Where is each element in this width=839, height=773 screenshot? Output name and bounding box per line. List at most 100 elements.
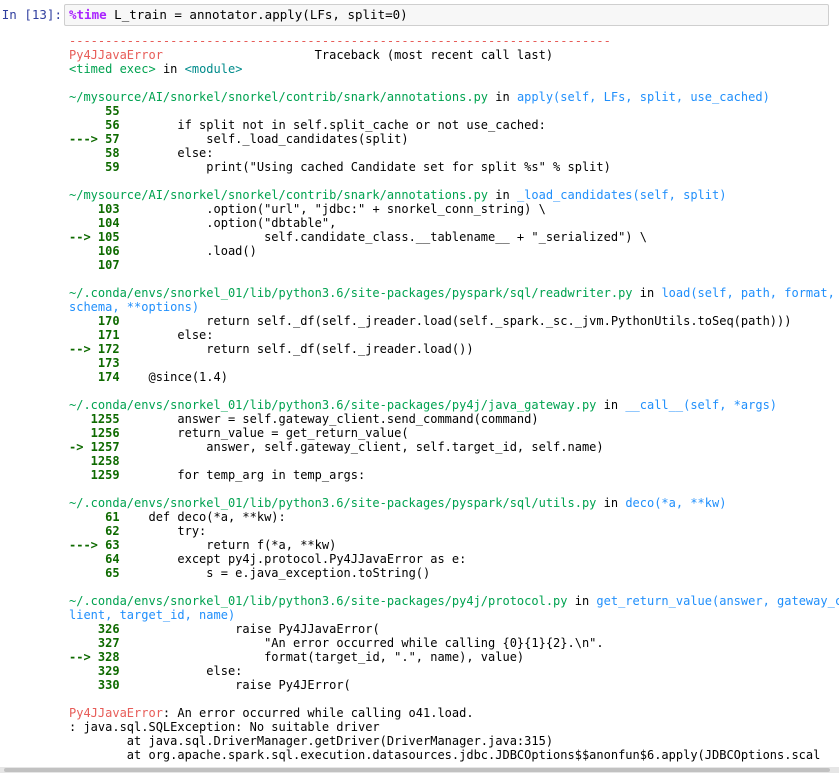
line-number: 64 bbox=[69, 552, 120, 566]
line-number: -> 1257 bbox=[69, 440, 120, 454]
frame-in-word: in bbox=[596, 496, 626, 510]
source-line: 61 def deco(*a, **kw): bbox=[69, 510, 839, 524]
source-line: 65 s = e.java_exception.toString() bbox=[69, 566, 839, 580]
frame-file-path: ~/.conda/envs/snorkel_01/lib/python3.6/s… bbox=[69, 594, 568, 608]
timed-exec-line: <timed exec> in <module> bbox=[69, 62, 839, 76]
source-line: 58 else: bbox=[69, 146, 839, 160]
traceback-header: Py4JJavaError Traceback (most recent cal… bbox=[69, 48, 839, 62]
line-number: 59 bbox=[69, 160, 120, 174]
source-line: 104 .option("dbtable", bbox=[69, 216, 839, 230]
source-line: 170 return self._df(self._jreader.load(s… bbox=[69, 314, 839, 328]
frame-file-path: ~/mysource/AI/snorkel/snorkel/contrib/sn… bbox=[69, 90, 489, 104]
frame-function: apply(self, LFs, split, use_cached) bbox=[516, 90, 770, 104]
line-number: ---> 57 bbox=[69, 132, 120, 146]
frame-header-line: lient, target_id, name) bbox=[69, 608, 839, 622]
source-code: return f(*a, **kw) bbox=[119, 538, 337, 552]
frame-file-path: ~/.conda/envs/snorkel_01/lib/python3.6/s… bbox=[69, 286, 633, 300]
source-code: if split not in self.split_cache or not … bbox=[119, 118, 546, 132]
frame-header: ~/mysource/AI/snorkel/snorkel/contrib/sn… bbox=[69, 188, 839, 202]
in-word: in bbox=[162, 62, 178, 76]
source-code: except py4j.protocol.Py4JJavaError as e: bbox=[119, 552, 467, 566]
source-code: "An error occurred while calling {0}{1}{… bbox=[119, 636, 604, 650]
source-code: print("Using cached Candidate set for sp… bbox=[119, 160, 611, 174]
source-line: --> 105 self.candidate_class.__tablename… bbox=[69, 230, 839, 244]
line-number: 62 bbox=[69, 524, 120, 538]
line-number: --> 172 bbox=[69, 342, 120, 356]
frame-in-word: in bbox=[596, 398, 626, 412]
frame-function: load(self, path, format, bbox=[661, 286, 839, 300]
traceback-output: ----------------------------------------… bbox=[69, 34, 839, 773]
frame-in-word: in bbox=[567, 594, 597, 608]
frame-header: ~/.conda/envs/snorkel_01/lib/python3.6/s… bbox=[69, 286, 839, 314]
final-error-name: Py4JJavaError bbox=[69, 706, 163, 720]
source-code: answer = self.gateway_client.send_comman… bbox=[119, 412, 539, 426]
line-number: 326 bbox=[69, 622, 120, 636]
java-stacktrace: : java.sql.SQLException: No suitable dri… bbox=[69, 720, 839, 762]
frame-header-line: ~/mysource/AI/snorkel/snorkel/contrib/sn… bbox=[69, 90, 839, 104]
source-line: 1255 answer = self.gateway_client.send_c… bbox=[69, 412, 839, 426]
source-line: 64 except py4j.protocol.Py4JJavaError as… bbox=[69, 552, 839, 566]
line-number: 327 bbox=[69, 636, 120, 650]
source-code: def deco(*a, **kw): bbox=[119, 510, 286, 524]
horizontal-scrollbar[interactable] bbox=[0, 767, 839, 773]
frame-header: ~/.conda/envs/snorkel_01/lib/python3.6/s… bbox=[69, 496, 839, 510]
source-line: 173 bbox=[69, 356, 839, 370]
frame-header-line: ~/mysource/AI/snorkel/snorkel/contrib/sn… bbox=[69, 188, 839, 202]
final-error-message: : An error occurred while calling o41.lo… bbox=[162, 706, 474, 720]
line-number: 171 bbox=[69, 328, 120, 342]
line-number: 170 bbox=[69, 314, 120, 328]
source-line: 1259 for temp_arg in temp_args: bbox=[69, 468, 839, 482]
source-code: .option("dbtable", bbox=[119, 216, 337, 230]
line-number: 104 bbox=[69, 216, 120, 230]
frame-function: lient, target_id, name) bbox=[69, 608, 236, 622]
frame-header-line: ~/.conda/envs/snorkel_01/lib/python3.6/s… bbox=[69, 496, 839, 510]
code-cell-input[interactable]: %time L_train = annotator.apply(LFs, spl… bbox=[64, 4, 829, 26]
frame-function: _load_candidates(self, split) bbox=[516, 188, 727, 202]
source-line: 56 if split not in self.split_cache or n… bbox=[69, 118, 839, 132]
line-number: 65 bbox=[69, 566, 120, 580]
line-number: --> 105 bbox=[69, 230, 120, 244]
cell-prompt: In [13]: bbox=[1, 7, 62, 22]
scrollbar-thumb[interactable] bbox=[4, 768, 830, 772]
source-code: try: bbox=[119, 524, 207, 538]
error-name: Py4JJavaError bbox=[69, 48, 163, 62]
frame-function: deco(*a, **kw) bbox=[625, 496, 727, 510]
frame-header: ~/.conda/envs/snorkel_01/lib/python3.6/s… bbox=[69, 594, 839, 622]
source-code: else: bbox=[119, 664, 243, 678]
module-name: <module> bbox=[184, 62, 243, 76]
line-number: 58 bbox=[69, 146, 120, 160]
line-number: 1258 bbox=[69, 454, 120, 468]
source-line: 174 @since(1.4) bbox=[69, 370, 839, 384]
frame-in-word: in bbox=[632, 286, 662, 300]
frame-function: __call__(self, *args) bbox=[625, 398, 778, 412]
source-line: 59 print("Using cached Candidate set for… bbox=[69, 160, 839, 174]
line-number: 55 bbox=[69, 104, 120, 118]
final-error: Py4JJavaError: An error occurred while c… bbox=[69, 706, 839, 720]
java-trace-line: at java.sql.DriverManager.getDriver(Driv… bbox=[69, 734, 554, 748]
frame-in-word: in bbox=[488, 188, 517, 202]
frame-header: ~/.conda/envs/snorkel_01/lib/python3.6/s… bbox=[69, 398, 839, 412]
java-trace-line: at org.apache.spark.sql.execution.dataso… bbox=[69, 748, 821, 762]
source-line: ---> 57 self._load_candidates(split) bbox=[69, 132, 839, 146]
traceback-frames: ~/mysource/AI/snorkel/snorkel/contrib/sn… bbox=[69, 90, 839, 706]
line-number: 173 bbox=[69, 356, 120, 370]
line-number: 329 bbox=[69, 664, 120, 678]
source-line: 171 else: bbox=[69, 328, 839, 342]
source-code: format(target_id, ".", name), value) bbox=[119, 650, 525, 664]
source-line: 55 bbox=[69, 104, 839, 118]
frame-header-line: ~/.conda/envs/snorkel_01/lib/python3.6/s… bbox=[69, 398, 839, 412]
line-number: 174 bbox=[69, 370, 120, 384]
source-line: --> 328 format(target_id, ".", name), va… bbox=[69, 650, 839, 664]
source-line: 329 else: bbox=[69, 664, 839, 678]
line-number: 61 bbox=[69, 510, 120, 524]
frame-header-line: ~/.conda/envs/snorkel_01/lib/python3.6/s… bbox=[69, 594, 839, 608]
source-line: 103 .option("url", "jdbc:" + snorkel_con… bbox=[69, 202, 839, 216]
source-line: ---> 63 return f(*a, **kw) bbox=[69, 538, 839, 552]
frame-function: schema, **options) bbox=[69, 300, 200, 314]
traceback-label: Traceback (most recent call last) bbox=[314, 48, 554, 62]
magic-command: %time bbox=[69, 7, 107, 22]
frame-header-line: ~/.conda/envs/snorkel_01/lib/python3.6/s… bbox=[69, 286, 839, 300]
source-line: 1258 bbox=[69, 454, 839, 468]
